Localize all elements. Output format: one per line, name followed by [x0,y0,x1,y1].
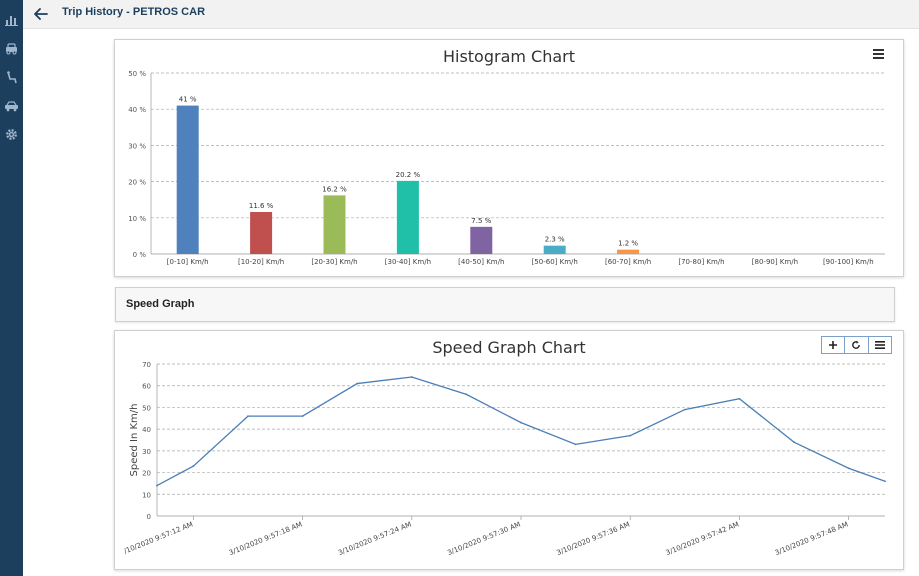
histogram-y-tick-label: 0 % [133,251,147,259]
speed-y-tick-label: 30 [142,448,151,456]
speed-y-tick-label: 50 [142,404,151,412]
speed-x-tick-label: 3/10/2020 9:57:48 AM [774,520,849,557]
histogram-bar [323,195,346,254]
back-arrow-icon[interactable] [32,5,50,23]
speed-x-tick-label: 3/10/2020 9:57:18 AM [228,520,303,557]
speed-data-point [356,382,359,385]
histogram-bar [176,105,199,254]
speed-chart-panel: Speed Graph Chart 0 10 20 30 40 50 60 70 Speed I… [114,330,904,570]
histogram-category-label: [0-10] Km/h [167,258,209,266]
histogram-bar [470,226,493,254]
histogram-category-label: [20-30] Km/h [311,258,357,266]
histogram-data-label: 20.2 % [396,171,421,179]
histogram-category-label: [70-80] Km/h [678,258,724,266]
speed-graph-label: Speed Graph [126,298,195,310]
histogram-category-label: [50-60] Km/h [532,258,578,266]
histogram-panel: Histogram Chart 0 % 10 % 20 % 30 % 40 % 50 % 4… [114,39,904,277]
histogram-y-tick-label: 50 % [128,70,146,78]
speed-x-tick-label: 3/10/2020 9:57:24 AM [337,520,412,557]
speed-x-tick-label: 3/10/2020 9:57:36 AM [555,520,630,557]
speed-y-tick-label: 70 [142,361,151,369]
car-icon[interactable] [4,41,19,56]
histogram-category-label: [30-40] Km/h [385,258,431,266]
speed-data-point [410,376,413,378]
speed-graph-section[interactable]: Speed Graph [115,287,895,322]
vehicle-icon[interactable] [4,99,19,114]
speed-x-tick-label: 3/10/2020 9:57:42 AM [665,520,740,557]
sidebar [0,0,23,576]
speed-data-point [793,441,795,444]
histogram-data-label: 11.6 % [249,202,274,210]
speed-x-tick-label: 3/10/2020 9:57:30 AM [446,520,521,557]
histogram-category-label: [60-70] Km/h [605,258,651,266]
histogram-data-label: 7.5 % [471,217,491,225]
speed-data-point [156,484,158,487]
histogram-category-label: [90-100] Km/h [823,258,874,266]
histogram-data-label: 2.3 % [545,236,565,244]
speed-data-point [574,443,577,446]
speed-data-point [629,434,632,437]
histogram-chart: 0 % 10 % 20 % 30 % 40 % 50 % 41 % [0-10] Km/h 11… [128,70,885,266]
speed-y-tick-label: 10 [142,491,151,499]
histogram-y-tick-label: 40 % [128,106,146,114]
histogram-bar [396,180,419,254]
speed-y-tick-label: 0 [147,513,151,521]
speed-data-point [884,480,886,483]
gear-icon[interactable] [4,127,19,142]
histogram-category-label: [80-90] Km/h [752,258,798,266]
speed-data-point [192,465,195,467]
speed-data-point [301,415,304,418]
speed-data-point [683,408,686,411]
speed-data-point [465,393,468,396]
speed-x-tick-label: /10/2020 9:57:12 AM [123,520,194,555]
speed-y-tick-label: 40 [142,426,151,434]
speed-data-point [247,415,249,418]
bar-chart-icon[interactable] [4,12,19,27]
histogram-data-label: 1.2 % [618,240,638,248]
speed-y-axis-title: Speed In Km/h [129,404,140,477]
speed-line-chart: 0 10 20 30 40 50 60 70 Speed In Km/h/10/2020 9:5… [123,361,886,557]
speed-data-point [520,421,522,424]
histogram-y-tick-label: 20 % [128,179,146,187]
page-title: Trip History - PETROS CAR [62,6,206,18]
histogram-y-tick-label: 10 % [128,215,146,223]
speed-y-tick-label: 60 [142,383,151,391]
histogram-bar [543,245,566,254]
speed-y-tick-label: 20 [142,470,151,478]
speed-data-point [738,397,741,400]
histogram-category-label: [40-50] Km/h [458,258,504,266]
histogram-y-tick-label: 30 % [128,142,146,150]
top-bar: Trip History - PETROS CAR [23,0,919,29]
speed-data-point [847,467,850,470]
speed-series-line [156,376,886,487]
histogram-data-label: 41 % [179,96,197,104]
histogram-data-label: 16.2 % [322,185,347,193]
histogram-category-label: [10-20] Km/h [238,258,284,266]
histogram-bar [250,212,273,254]
seat-icon[interactable] [4,70,19,85]
histogram-bar [617,249,640,254]
